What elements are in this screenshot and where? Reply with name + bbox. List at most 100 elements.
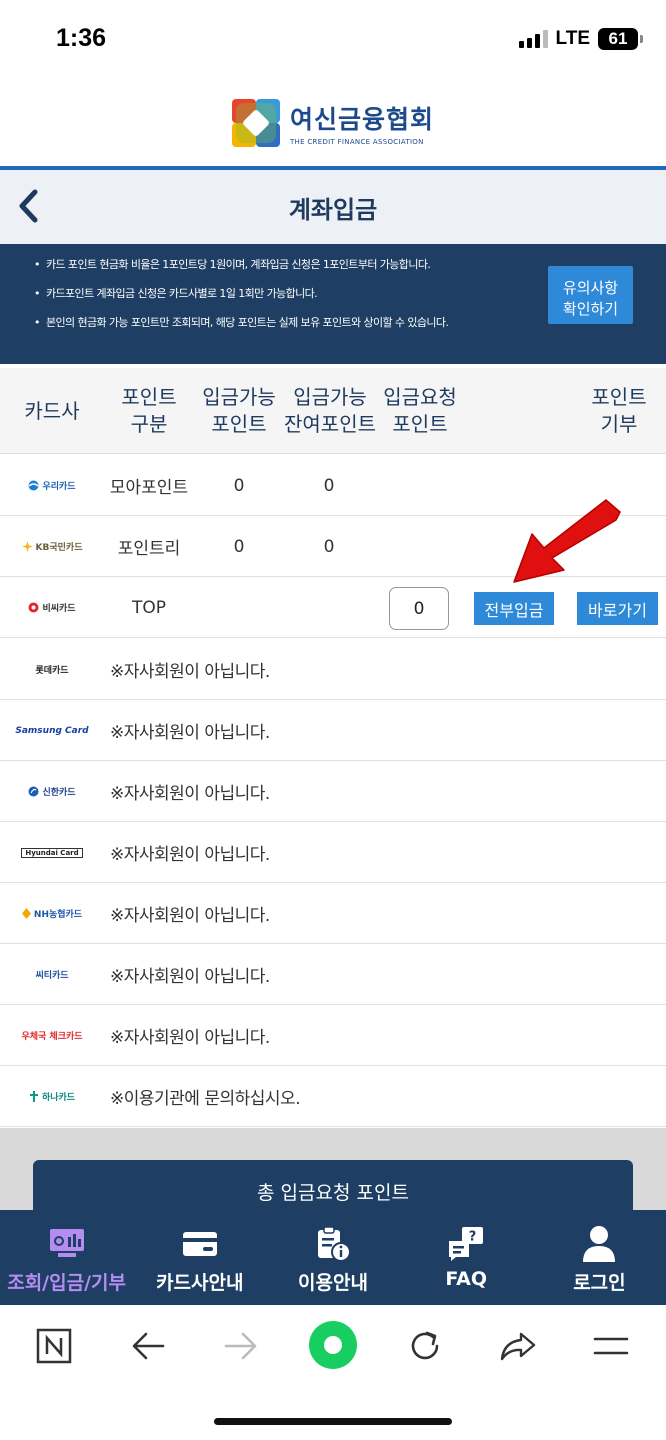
- card-logo-hyundai: Hyundai Card: [6, 822, 98, 883]
- nav-item-guide[interactable]: 이용안내: [266, 1210, 399, 1305]
- card-logo-woori: 우리카드: [6, 455, 98, 516]
- status-bar: 1:36 LTE 61: [0, 0, 666, 80]
- naver-n-icon: [36, 1328, 72, 1364]
- hana-logo-icon: [29, 1091, 38, 1102]
- column-header-request: 입금요청 포인트: [383, 385, 457, 436]
- arrow-left-icon: [132, 1332, 165, 1360]
- row-message: ※자사회원이 아닙니다.: [110, 662, 270, 682]
- table-row: 우체국 체크카드 ※자사회원이 아닙니다.: [0, 1005, 666, 1066]
- nav-item-card-info[interactable]: 카드사안내: [133, 1210, 266, 1305]
- card-logo-hana: 하나카드: [6, 1066, 98, 1127]
- nav-item-faq[interactable]: ? FAQ: [400, 1210, 533, 1305]
- table-row: 롯데카드 ※자사회원이 아닙니다.: [0, 639, 666, 700]
- point-type: TOP: [131, 597, 167, 618]
- network-label: LTE: [555, 28, 590, 49]
- logo-title: 여신금융협회: [289, 105, 434, 134]
- nh-logo-icon: [21, 908, 31, 919]
- browser-menu-button[interactable]: [591, 1323, 631, 1369]
- nav-item-inquiry[interactable]: 조회/입금/기부: [0, 1210, 133, 1305]
- notice-item: 본인의 현금화 가능 포인트만 조회되며, 해당 포인트는 실제 보유 포인트와…: [34, 314, 449, 343]
- card-logo-shinhan: 신한카드: [6, 761, 98, 822]
- battery-icon: 61: [598, 28, 643, 50]
- card-logo-post: 우체국 체크카드: [21, 1032, 83, 1042]
- table-row: 신한카드 ※자사회원이 아닙니다.: [0, 761, 666, 822]
- share-arrow-icon: [500, 1332, 536, 1361]
- status-time: 1:36: [56, 24, 107, 52]
- svg-text:?: ?: [469, 1230, 477, 1245]
- hamburger-menu-icon: [593, 1337, 629, 1355]
- available-points: 0: [233, 536, 245, 557]
- browser-forward-button[interactable]: [221, 1323, 261, 1369]
- shinhan-logo-icon: [28, 786, 39, 797]
- column-header-card: 카드사: [24, 398, 80, 423]
- chevron-left-icon: [19, 189, 38, 223]
- bottom-nav: 조회/입금/기부 카드사안내 이용안내 ? FAQ 로그인: [0, 1210, 666, 1305]
- remaining-points: 0: [323, 475, 335, 496]
- browser-back-button[interactable]: [128, 1323, 168, 1369]
- site-header: 여신금융협회 THE CREDIT FINANCE ASSOCIATION: [0, 80, 666, 166]
- available-points: 0: [233, 475, 245, 496]
- card-logo-kb: KB국민카드: [6, 516, 98, 577]
- card-logo-lotte: 롯데카드: [35, 666, 69, 676]
- home-indicator: [214, 1418, 452, 1425]
- remaining-points: [284, 577, 374, 638]
- table-row: 하나카드 ※이용기관에 문의하십시오.: [0, 1066, 666, 1127]
- row-message: ※자사회원이 아닙니다.: [110, 784, 270, 804]
- nav-item-login[interactable]: 로그인: [533, 1210, 666, 1305]
- column-header-point-type: 포인트 구분: [121, 385, 177, 436]
- table-row: Samsung Card ※자사회원이 아닙니다.: [0, 700, 666, 761]
- association-logo-icon: [231, 99, 280, 147]
- column-header-remaining: 입금가능 잔여포인트: [284, 385, 376, 436]
- card-logo-citi: 씨티카드: [35, 971, 69, 981]
- page-title: 계좌입금: [288, 195, 378, 224]
- page-titlebar: 계좌입금: [0, 166, 666, 244]
- row-message: ※자사회원이 아닙니다.: [110, 967, 270, 987]
- point-type: 포인트리: [117, 539, 181, 559]
- row-message: ※자사회원이 아닙니다.: [110, 1028, 270, 1048]
- person-icon: [582, 1224, 616, 1264]
- row-message: ※자사회원이 아닙니다.: [110, 906, 270, 926]
- notice-panel: 카드 포인트 현금화 비율은 1포인트당 1원이며, 계좌입금 신청은 1포인트…: [0, 244, 666, 364]
- kb-star-icon: [21, 541, 33, 552]
- card-logo-nh: NH농협카드: [6, 883, 98, 944]
- column-header-available: 입금가능 포인트: [202, 385, 276, 436]
- woori-logo-icon: [28, 480, 39, 491]
- clipboard-info-icon: [314, 1224, 352, 1264]
- row-message: ※이용기관에 문의하십시오.: [110, 1089, 301, 1109]
- total-request-summary: 총 입금요청 포인트: [33, 1160, 633, 1210]
- remaining-points: 0: [323, 536, 335, 557]
- refresh-icon: [411, 1331, 439, 1360]
- column-header-donate: 포인트 기부: [591, 385, 647, 436]
- back-button[interactable]: [8, 180, 48, 232]
- red-arrow-annotation-icon: [513, 499, 621, 583]
- naver-green-dot-button[interactable]: [308, 1319, 358, 1371]
- row-message: ※자사회원이 아닙니다.: [110, 845, 270, 865]
- green-dot-icon: [309, 1321, 357, 1369]
- notice-list: 카드 포인트 현금화 비율은 1포인트당 1원이며, 계좌입금 신청은 1포인트…: [34, 256, 449, 343]
- row-message: ※자사회원이 아닙니다.: [110, 723, 270, 743]
- logo-subtitle: THE CREDIT FINANCE ASSOCIATION: [289, 138, 424, 146]
- notice-item: 카드포인트 계좌입금 신청은 카드사별로 1일 1회만 가능합니다.: [34, 285, 448, 314]
- table-row: 씨티카드 ※자사회원이 아닙니다.: [0, 944, 666, 1005]
- card-logo-samsung: Samsung Card: [15, 725, 89, 736]
- card-logo-bc: 비씨카드: [6, 577, 98, 638]
- notice-item: 카드 포인트 현금화 비율은 1포인트당 1원이며, 계좌입금 신청은 1포인트…: [34, 256, 448, 285]
- monitor-chart-icon: [48, 1224, 86, 1264]
- faq-chat-icon: ?: [447, 1224, 485, 1264]
- naver-home-button[interactable]: [34, 1323, 74, 1369]
- request-points-input[interactable]: [389, 587, 449, 630]
- card-icon: [181, 1224, 219, 1264]
- bc-logo-icon: [28, 602, 39, 613]
- browser-share-button[interactable]: [498, 1323, 538, 1369]
- table-header: 카드사 포인트 구분 입금가능 포인트 입금가능 잔여포인트 입금요청 포인트 …: [0, 368, 666, 454]
- arrow-right-icon: [224, 1332, 257, 1360]
- table-row: NH농협카드 ※자사회원이 아닙니다.: [0, 883, 666, 944]
- browser-refresh-button[interactable]: [405, 1323, 445, 1369]
- point-type: 모아포인트: [109, 478, 189, 498]
- available-points: [194, 577, 284, 638]
- table-row: Hyundai Card ※자사회원이 아닙니다.: [0, 822, 666, 883]
- deposit-all-button[interactable]: 전부입금: [474, 592, 554, 625]
- view-notes-button[interactable]: 유의사항 확인하기: [548, 266, 633, 324]
- signal-icon: [518, 30, 548, 48]
- go-donate-button[interactable]: 바로가기: [577, 592, 658, 625]
